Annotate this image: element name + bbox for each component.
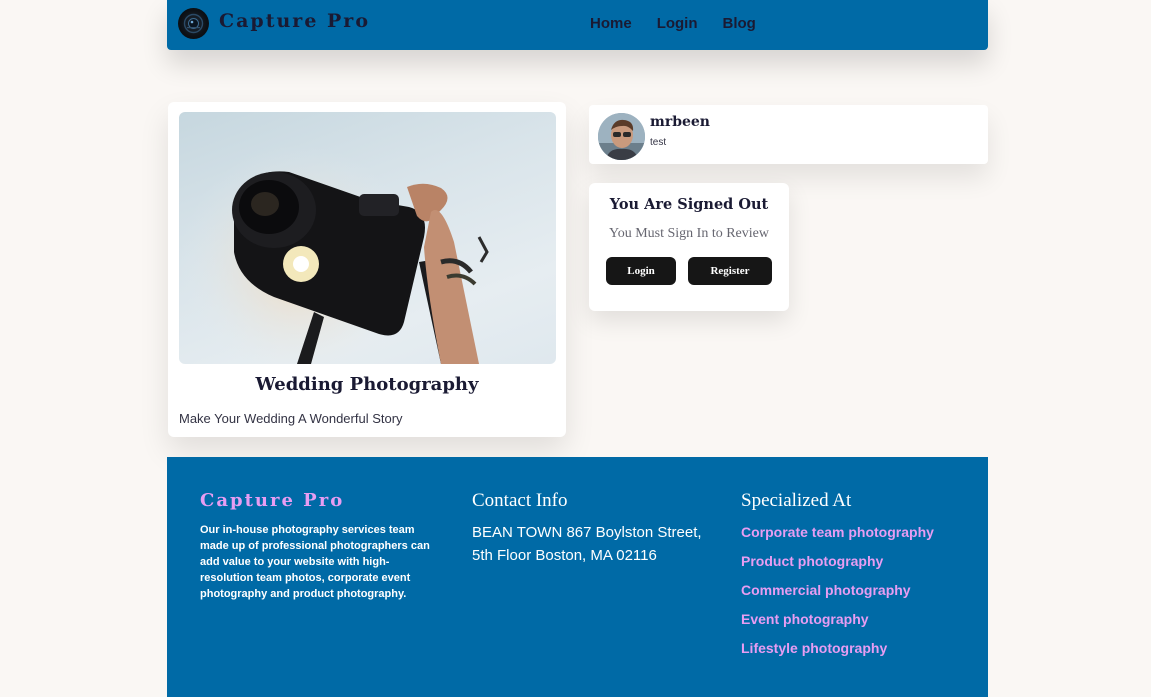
signed-out-panel: You Are Signed Out You Must Sign In to R…	[589, 183, 789, 311]
specialty-link-corporate[interactable]: Corporate team photography	[741, 524, 934, 553]
contact-address: BEAN TOWN 867 Boylston Street, 5th Floor…	[472, 524, 702, 564]
specialty-link-commercial[interactable]: Commercial photography	[741, 582, 934, 611]
brand-title[interactable]: Capture Pro	[219, 10, 370, 32]
profile-card[interactable]: mrbeen test	[589, 105, 988, 164]
main-nav: Home Login Blog	[590, 15, 781, 32]
footer-brand[interactable]: Capture Pro	[200, 490, 344, 511]
profile-bio: test	[650, 137, 667, 148]
specialized-heading: Specialized At	[741, 490, 852, 511]
specialty-link-product[interactable]: Product photography	[741, 553, 934, 582]
nav-link-login[interactable]: Login	[657, 15, 698, 32]
service-title: Wedding Photography	[255, 374, 479, 395]
camera-photo	[179, 112, 556, 364]
top-navbar: Capture Pro Home Login Blog	[167, 0, 988, 50]
register-button[interactable]: Register	[688, 257, 772, 285]
contact-heading: Contact Info	[472, 490, 568, 511]
specialty-link-event[interactable]: Event photography	[741, 611, 934, 640]
nav-link-blog[interactable]: Blog	[723, 15, 756, 32]
footer-about-text: Our in-house photography services team m…	[200, 524, 430, 600]
service-card[interactable]: Wedding Photography Make Your Wedding A …	[168, 102, 566, 437]
service-description: Make Your Wedding A Wonderful Story	[179, 411, 403, 426]
avatar[interactable]	[598, 113, 645, 160]
signed-out-title: You Are Signed Out	[609, 196, 769, 213]
nav-link-home[interactable]: Home	[590, 15, 632, 32]
profile-username[interactable]: mrbeen	[650, 114, 710, 130]
specialties-list: Corporate team photography Product photo…	[741, 524, 934, 669]
specialty-link-lifestyle[interactable]: Lifestyle photography	[741, 640, 934, 669]
signed-out-subtitle: You Must Sign In to Review	[609, 226, 769, 241]
camera-lens-logo-icon[interactable]	[178, 8, 209, 39]
site-footer: Capture Pro Our in-house photography ser…	[167, 457, 988, 697]
login-button[interactable]: Login	[606, 257, 676, 285]
